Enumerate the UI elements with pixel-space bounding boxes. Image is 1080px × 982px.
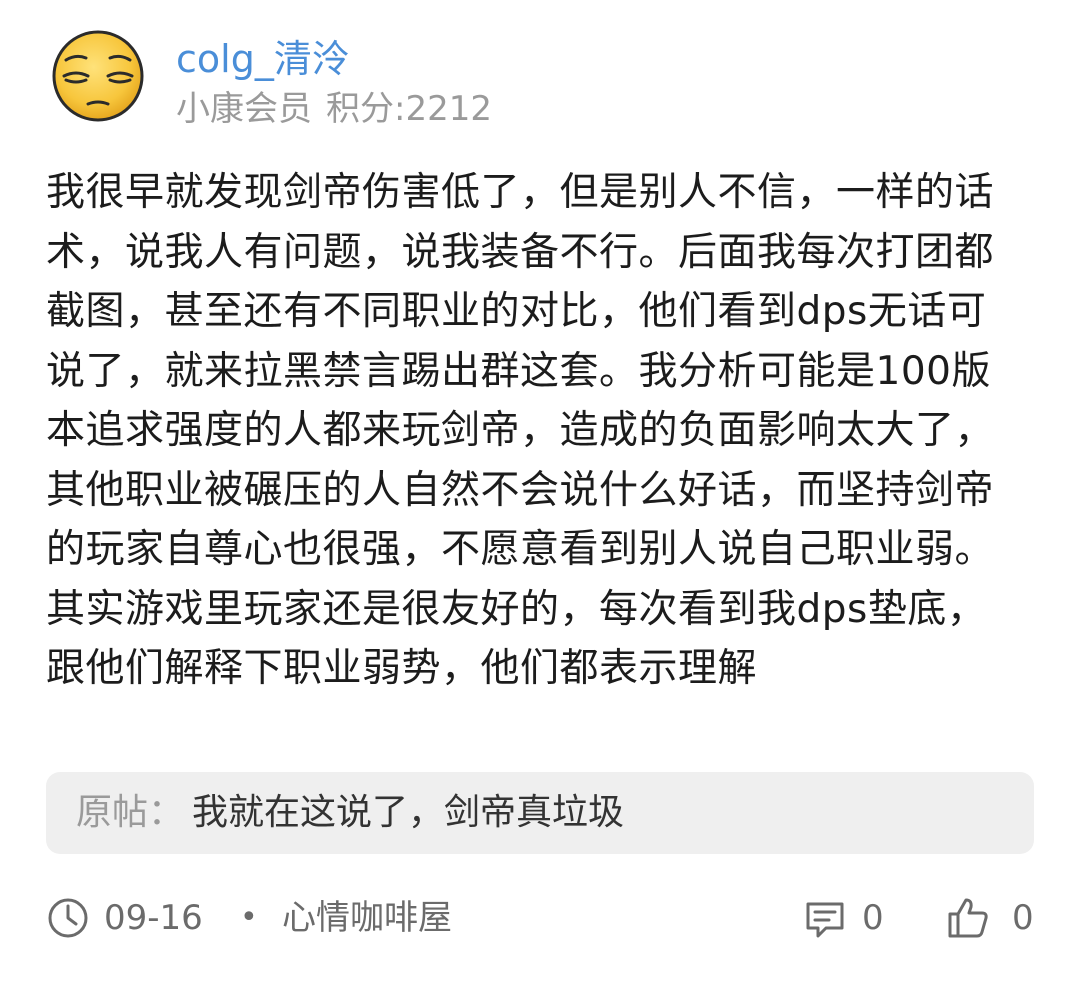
like-count: 0	[1012, 898, 1034, 938]
post-header: colg_清泠 小康会员 积分:2212	[52, 30, 1032, 130]
quoted-post[interactable]: 原帖： 我就在这说了，剑帝真垃圾	[46, 772, 1034, 854]
comment-count: 0	[862, 898, 884, 938]
author-meta: 小康会员 积分:2212	[176, 88, 492, 130]
pensive-face-emoji-icon	[52, 30, 144, 122]
separator-dot: •	[240, 900, 258, 935]
member-points: 积分:2212	[326, 89, 492, 129]
quote-label: 原帖：	[76, 792, 185, 833]
like-button[interactable]: 0	[946, 892, 1036, 944]
avatar[interactable]	[52, 30, 144, 122]
comment-button[interactable]: 0	[804, 892, 894, 944]
member-level: 小康会员	[176, 89, 312, 129]
clock-icon	[48, 898, 88, 938]
author-username[interactable]: colg_清泠	[176, 36, 350, 82]
board-name[interactable]: 心情咖啡屋	[282, 896, 452, 940]
post-content: 我很早就发现剑帝伤害低了，但是别人不信，一样的话术，说我人有问题，说我装备不行。…	[46, 170, 995, 691]
comment-icon	[806, 902, 844, 938]
post-footer: 09-16 • 心情咖啡屋 0 0	[46, 892, 1034, 948]
quote-text: 我就在这说了，剑帝真垃圾	[192, 792, 625, 833]
thumbs-up-icon	[948, 898, 988, 938]
post-date: 09-16	[104, 898, 203, 938]
